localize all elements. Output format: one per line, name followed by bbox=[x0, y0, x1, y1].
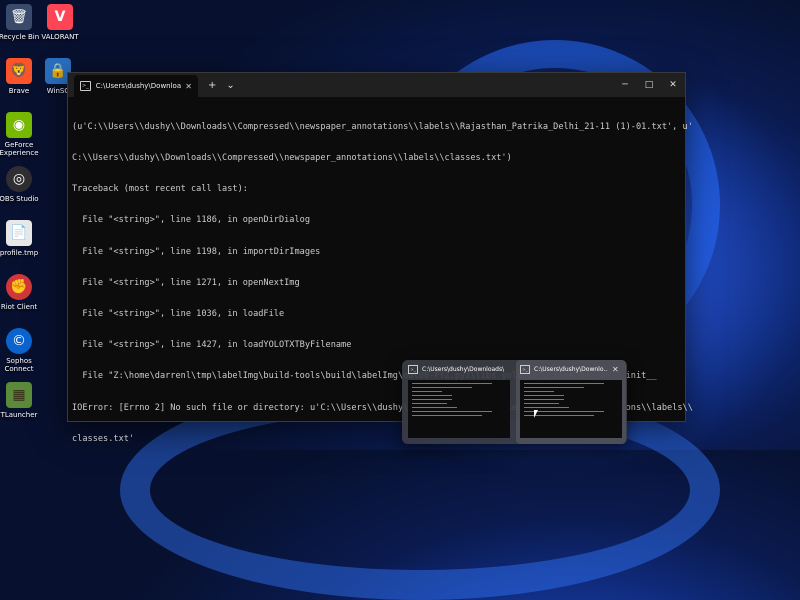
taskbar-preview-popup: >_ C:\Users\dushy\Downloads\Co... >_ C:\… bbox=[402, 360, 627, 444]
valorant-icon: V bbox=[47, 4, 73, 30]
console-line: (u'C:\\Users\\dushy\\Downloads\\Compress… bbox=[72, 121, 693, 132]
console-line: File "<string>", line 1186, in openDirDi… bbox=[72, 215, 310, 226]
desktop-icon-label: Brave bbox=[8, 87, 30, 95]
desktop-icon-geforce[interactable]: ◉ GeForce Experience bbox=[0, 112, 45, 157]
desktop-icon-label: VALORANT bbox=[41, 33, 79, 41]
preview-thumbnail bbox=[408, 380, 510, 438]
terminal-icon: >_ bbox=[408, 364, 418, 374]
tlauncher-icon: ▦ bbox=[6, 382, 32, 408]
console-line: File "<string>", line 1427, in loadYOLOT… bbox=[72, 340, 352, 351]
riot-client-icon: ✊ bbox=[6, 274, 32, 300]
sophos-icon: © bbox=[6, 328, 32, 354]
console-line: File "<string>", line 1036, in loadFile bbox=[72, 309, 285, 320]
tab-title: C:\Users\dushy\Downloads\C bbox=[95, 82, 182, 90]
desktop-icon-label: profile.tmp bbox=[0, 249, 39, 257]
console-line: Traceback (most recent call last): bbox=[72, 184, 248, 195]
recycle-bin-icon: 🗑 bbox=[6, 4, 32, 30]
desktop-icon-label: Sophos Connect bbox=[4, 357, 34, 373]
terminal-tab[interactable]: >_ C:\Users\dushy\Downloads\C ✕ bbox=[74, 75, 198, 97]
taskbar-preview-item[interactable]: >_ C:\Users\dushy\Downlo... ✕ bbox=[516, 360, 626, 444]
brave-icon: 🦁 bbox=[6, 58, 32, 84]
console-line: C:\\Users\\dushy\\Downloads\\Compressed\… bbox=[72, 153, 512, 164]
geforce-icon: ◉ bbox=[6, 112, 32, 138]
preview-title: C:\Users\dushy\Downlo... bbox=[534, 365, 608, 373]
desktop-icon-label: WinSC bbox=[46, 87, 70, 95]
desktop-icon-obs[interactable]: ◎ OBS Studio bbox=[0, 166, 45, 203]
terminal-titlebar[interactable]: >_ C:\Users\dushy\Downloads\C ✕ + ⌄ ─ □ … bbox=[68, 73, 685, 97]
minimize-button[interactable]: ─ bbox=[613, 73, 637, 97]
terminal-icon: >_ bbox=[80, 81, 91, 91]
desktop-icon-tlauncher[interactable]: ▦ TLauncher bbox=[0, 382, 45, 419]
mouse-cursor bbox=[534, 410, 538, 418]
desktop-icon-valorant[interactable]: V VALORANT bbox=[34, 4, 86, 41]
maximize-button[interactable]: □ bbox=[637, 73, 661, 97]
close-icon[interactable]: ✕ bbox=[612, 365, 619, 374]
close-button[interactable]: ✕ bbox=[661, 73, 685, 97]
console-line: File "<string>", line 1198, in importDir… bbox=[72, 246, 321, 257]
terminal-icon: >_ bbox=[520, 364, 530, 374]
desktop-icon-profile-tmp[interactable]: 📄 profile.tmp bbox=[0, 220, 45, 257]
desktop-icon-sophos[interactable]: © Sophos Connect bbox=[0, 328, 45, 373]
taskbar-preview-item[interactable]: >_ C:\Users\dushy\Downloads\Co... bbox=[404, 360, 514, 444]
obs-icon: ◎ bbox=[6, 166, 32, 192]
desktop-icon-label: Riot Client bbox=[0, 303, 38, 311]
file-icon: 📄 bbox=[6, 220, 32, 246]
tab-dropdown-icon[interactable]: ⌄ bbox=[226, 80, 234, 91]
preview-title: C:\Users\dushy\Downloads\Co... bbox=[422, 365, 504, 373]
preview-thumbnail bbox=[520, 380, 622, 438]
console-line: File "<string>", line 1271, in openNextI… bbox=[72, 277, 300, 288]
tab-close-icon[interactable]: ✕ bbox=[185, 82, 192, 91]
desktop-icon-label: TLauncher bbox=[0, 411, 38, 419]
desktop-icon-label: OBS Studio bbox=[0, 195, 39, 203]
new-tab-button[interactable]: + bbox=[208, 80, 216, 91]
desktop-icon-label: GeForce Experience bbox=[0, 141, 39, 157]
desktop-icon-riot-client[interactable]: ✊ Riot Client bbox=[0, 274, 45, 311]
